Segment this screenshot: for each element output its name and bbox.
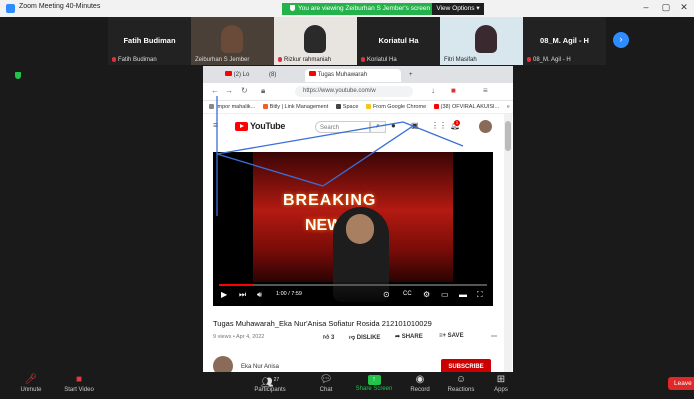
share-screen-label: Share Screen (355, 386, 393, 392)
participant-name: Fatih Budiman (118, 57, 157, 63)
next-page-button[interactable]: › (613, 32, 629, 48)
start-video-label: Start Video (64, 387, 94, 393)
maximize-button[interactable]: ▢ (660, 2, 672, 13)
participant-name: Fitri Masifah (444, 57, 477, 63)
share-banner-text: You are viewing Zeiburhan S Jember's scr… (298, 5, 431, 12)
minimize-button[interactable]: – (640, 2, 652, 12)
chat-icon: 💬︎ (319, 374, 333, 385)
security-shield-icon[interactable] (15, 72, 21, 79)
meeting-toolbar: 🎤︎ Unmute ■ Start Video 👥︎27 Participants 💬… (0, 372, 694, 399)
view-options-button[interactable]: View Options ▾ (432, 3, 484, 15)
muted-mic-icon (278, 57, 282, 62)
participant-tile[interactable]: 08_M. Agil - H 08_M. Agil - H (523, 17, 606, 65)
participant-video (221, 25, 243, 53)
apps-button[interactable]: ⊞ Apps (476, 372, 526, 393)
participants-count: 27 (273, 377, 280, 383)
participant-name-label: 08_M. Agil - H (527, 57, 571, 63)
participant-tile[interactable]: Zeiburhan S Jember (191, 17, 274, 65)
chat-button[interactable]: 💬︎ Chat (301, 372, 351, 393)
participant-video (475, 25, 497, 53)
participants-label: Participants (254, 387, 286, 393)
participant-gallery: Fatih Budiman Fatih Budiman Zeiburhan S … (0, 17, 694, 67)
participant-tile[interactable]: Fatih Budiman Fatih Budiman (108, 17, 191, 65)
participant-big-name: 08_M. Agil - H (540, 36, 589, 45)
participant-name-label: Zeiburhan S Jember (195, 57, 249, 63)
participant-name: Rizkur rahmaniah (284, 57, 332, 63)
close-button[interactable]: ✕ (678, 2, 690, 13)
participants-button[interactable]: 👥︎27 Participants (245, 372, 295, 393)
participant-name-label: Rizkur rahmaniah (278, 57, 331, 63)
shared-screen: (2) Lo (8) Tugas Muhawarah + ← → ↻ 🔒︎ ht… (203, 66, 513, 373)
chat-label: Chat (319, 387, 333, 393)
muted-microphone-icon: 🎤︎ (24, 374, 38, 385)
participants-icon: 👥︎27 (260, 377, 280, 389)
share-screen-button[interactable]: ↑ Share Screen (349, 372, 399, 392)
leave-button[interactable]: Leave (668, 377, 694, 390)
participant-name-label: Koriatul Ha (361, 57, 397, 63)
video-off-icon: ■ (75, 374, 83, 385)
participant-name: Koriatul Ha (367, 57, 397, 63)
participant-name: Zeiburhan S Jember (195, 57, 250, 63)
unmute-button[interactable]: 🎤︎ Unmute (6, 372, 56, 393)
muted-mic-icon (361, 57, 365, 62)
muted-mic-icon (112, 57, 116, 62)
participant-name: 08_M. Agil - H (533, 57, 571, 63)
participant-tile[interactable]: Fitri Masifah (440, 17, 523, 65)
shield-icon (290, 5, 295, 11)
participant-video (304, 25, 326, 53)
unmute-label: Unmute (20, 387, 42, 393)
zoom-title-bar: Zoom Meeting 40-Minutes You are viewing … (0, 0, 694, 18)
participant-name-label: Fatih Budiman (112, 57, 157, 63)
muted-mic-icon (527, 57, 531, 62)
participant-tile[interactable]: Koriatul Ha Koriatul Ha (357, 17, 440, 65)
zoom-logo-icon (6, 4, 15, 13)
screen-share-banner: You are viewing Zeiburhan S Jember's scr… (282, 3, 432, 15)
window-title: Zoom Meeting 40-Minutes (19, 3, 101, 10)
apps-icon: ⊞ (496, 374, 506, 385)
view-options-label: View Options (436, 5, 475, 12)
participant-big-name: Koriatul Ha (378, 36, 419, 45)
share-screen-icon: ↑ (367, 375, 381, 385)
participant-tile[interactable]: Rizkur rahmaniah (274, 17, 357, 65)
start-video-button[interactable]: ■ Start Video (54, 372, 104, 393)
annotation-drawing (216, 96, 464, 216)
apps-label: Apps (494, 387, 508, 393)
participant-big-name: Fatih Budiman (123, 36, 176, 45)
participant-name-label: Fitri Masifah (444, 57, 477, 63)
